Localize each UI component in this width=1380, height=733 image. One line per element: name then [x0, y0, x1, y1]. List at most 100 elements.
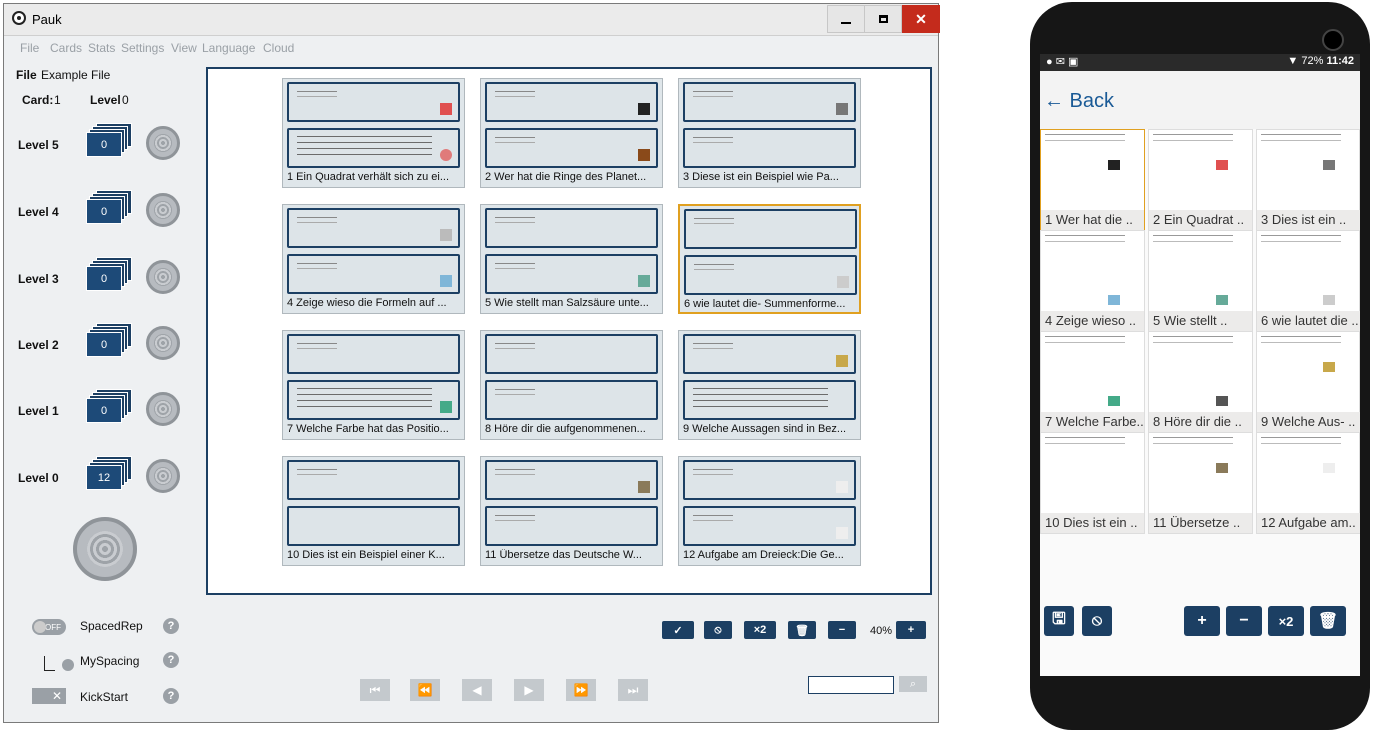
spacedrep-label: SpacedRep	[80, 619, 143, 633]
menu-language[interactable]: Language	[202, 41, 255, 55]
learn-brain-icon[interactable]	[73, 517, 137, 581]
close-button[interactable]: ✕	[902, 5, 940, 33]
trash-button[interactable]: 🗑	[1310, 606, 1346, 636]
level-2-count: 0	[86, 332, 122, 357]
card-10[interactable]: 10 Dies ist ein Beispiel einer K...	[282, 456, 465, 566]
phone-card-1[interactable]: 1 Wer hat die ..	[1040, 129, 1145, 231]
phone-card-10[interactable]: 10 Dies ist ein ..	[1040, 432, 1145, 534]
card-6[interactable]: 6 wie lautet die- Summenforme...	[678, 204, 861, 314]
card-4[interactable]: 4 Zeige wieso die Formeln auf ...	[282, 204, 465, 314]
level-2-deck[interactable]: 0	[86, 323, 132, 357]
next-button[interactable]: ▶	[514, 679, 544, 701]
duplicate-button[interactable]: ×2	[1268, 606, 1304, 636]
previous-button[interactable]: ◀	[462, 679, 492, 701]
trash-button[interactable]: 🗑	[788, 621, 816, 639]
add-button[interactable]: +	[1184, 606, 1220, 636]
file-label: File	[16, 68, 37, 82]
phone-card-12[interactable]: 12 Aufgabe am..	[1256, 432, 1360, 534]
check-button[interactable]: ✓	[662, 621, 694, 639]
myspacing-label: MySpacing	[80, 654, 140, 668]
level-1-brain-icon[interactable]	[146, 392, 180, 426]
phone-card-caption: 2 Ein Quadrat ..	[1149, 210, 1252, 230]
card-7[interactable]: 7 Welche Farbe hat das Positio...	[282, 330, 465, 440]
level-5-deck[interactable]: 0	[86, 123, 132, 157]
phone-card-11[interactable]: 11 Übersetze ..	[1148, 432, 1253, 534]
battery-level: 72%	[1301, 55, 1324, 67]
phone-card-6[interactable]: 6 wie lautet die ..	[1256, 230, 1360, 332]
card-caption: 8 Höre dir die aufgenommenen...	[485, 423, 646, 435]
level-5-count: 0	[86, 132, 122, 157]
phone-card-caption: 7 Welche Farbe..	[1041, 412, 1144, 432]
card-caption: 10 Dies ist ein Beispiel einer K...	[287, 549, 445, 561]
last-card-button[interactable]: ⏭	[618, 679, 648, 701]
kickstart-checkbox[interactable]: ✕	[32, 688, 66, 704]
search-input[interactable]	[808, 676, 894, 694]
phone-card-2[interactable]: 2 Ein Quadrat ..	[1148, 129, 1253, 231]
card-12[interactable]: 12 Aufgabe am Dreieck:Die Ge...	[678, 456, 861, 566]
app-logo-icon	[12, 11, 26, 25]
menu-settings[interactable]: Settings	[121, 41, 164, 55]
menu-cloud[interactable]: Cloud	[263, 41, 294, 55]
myspacing-help-icon[interactable]: ?	[163, 652, 179, 668]
phone-card-7[interactable]: 7 Welche Farbe..	[1040, 331, 1145, 433]
card-11[interactable]: 11 Übersetze das Deutsche W...	[480, 456, 663, 566]
phone-card-9[interactable]: 9 Welche Aus- ..	[1256, 331, 1360, 433]
rewind-button[interactable]: ⏪	[410, 679, 440, 701]
clock: 11:42	[1326, 55, 1354, 67]
search-button[interactable]: ⌕	[899, 676, 927, 692]
save-button[interactable]: 🖫	[1044, 606, 1074, 636]
card-2[interactable]: 2 Wer hat die Ringe des Planet...	[480, 78, 663, 188]
level-0-brain-icon[interactable]	[146, 459, 180, 493]
level-2-brain-icon[interactable]	[146, 326, 180, 360]
level-0-count: 12	[86, 465, 122, 490]
level-3-brain-icon[interactable]	[146, 260, 180, 294]
level-1-count: 0	[86, 398, 122, 423]
remove-button[interactable]: −	[1226, 606, 1262, 636]
level-4-deck[interactable]: 0	[86, 190, 132, 224]
level-4-brain-icon[interactable]	[146, 193, 180, 227]
phone-card-3[interactable]: 3 Dies ist ein ..	[1256, 129, 1360, 231]
menu-cards[interactable]: Cards	[50, 41, 82, 55]
back-button[interactable]: ← Back	[1044, 90, 1114, 113]
phone-card-5[interactable]: 5 Wie stellt ..	[1148, 230, 1253, 332]
card-8[interactable]: 8 Höre dir die aufgenommenen...	[480, 330, 663, 440]
kickstart-help-icon[interactable]: ?	[163, 688, 179, 704]
card-label: Card:	[22, 93, 54, 107]
minimize-icon	[841, 22, 851, 24]
duplicate-button[interactable]: ×2	[744, 621, 776, 639]
level-1-deck[interactable]: 0	[86, 389, 132, 423]
phone-card-8[interactable]: 8 Höre dir die ..	[1148, 331, 1253, 433]
card-caption: 1 Ein Quadrat verhält sich zu ei...	[287, 171, 450, 183]
card-3[interactable]: 3 Diese ist ein Beispiel wie Pa...	[678, 78, 861, 188]
phone-card-caption: 12 Aufgabe am..	[1257, 513, 1360, 533]
level-3-deck[interactable]: 0	[86, 257, 132, 291]
fast-forward-button[interactable]: ⏩	[566, 679, 596, 701]
card-caption: 11 Übersetze das Deutsche W...	[485, 549, 642, 561]
block-button[interactable]: ⦸	[704, 621, 732, 639]
card-1[interactable]: 1 Ein Quadrat verhält sich zu ei...	[282, 78, 465, 188]
card-9[interactable]: 9 Welche Aussagen sind in Bez...	[678, 330, 861, 440]
phone-screen: ● ✉ ▣ ▼ 72% 11:42 ← Back 1 Wer hat die .…	[1040, 54, 1360, 676]
minimize-button[interactable]	[827, 5, 865, 33]
phone-card-4[interactable]: 4 Zeige wieso ..	[1040, 230, 1145, 332]
zoom-out-button[interactable]: −	[828, 621, 856, 639]
file-name: Example File	[41, 68, 111, 82]
block-button[interactable]: ⦸	[1082, 606, 1112, 636]
spacedrep-help-icon[interactable]: ?	[163, 618, 179, 634]
spacedrep-toggle[interactable]: OFF	[32, 619, 66, 635]
menu-view[interactable]: View	[171, 41, 197, 55]
level-label: Level	[90, 93, 121, 107]
camera-icon	[1322, 29, 1344, 51]
maximize-icon	[878, 15, 888, 23]
level-5-brain-icon[interactable]	[146, 126, 180, 160]
search-icon: ⌕	[909, 677, 917, 690]
first-card-button[interactable]: ⏮	[360, 679, 390, 701]
myspacing-radio[interactable]	[62, 659, 74, 671]
level-0-deck[interactable]: 12	[86, 456, 132, 490]
menu-stats[interactable]: Stats	[88, 41, 115, 55]
menu-file[interactable]: File	[20, 41, 39, 55]
card-5[interactable]: 5 Wie stellt man Salzsäure unte...	[480, 204, 663, 314]
zoom-in-button[interactable]: +	[896, 621, 926, 639]
maximize-button[interactable]	[864, 5, 902, 33]
card-caption: 7 Welche Farbe hat das Positio...	[287, 423, 449, 435]
